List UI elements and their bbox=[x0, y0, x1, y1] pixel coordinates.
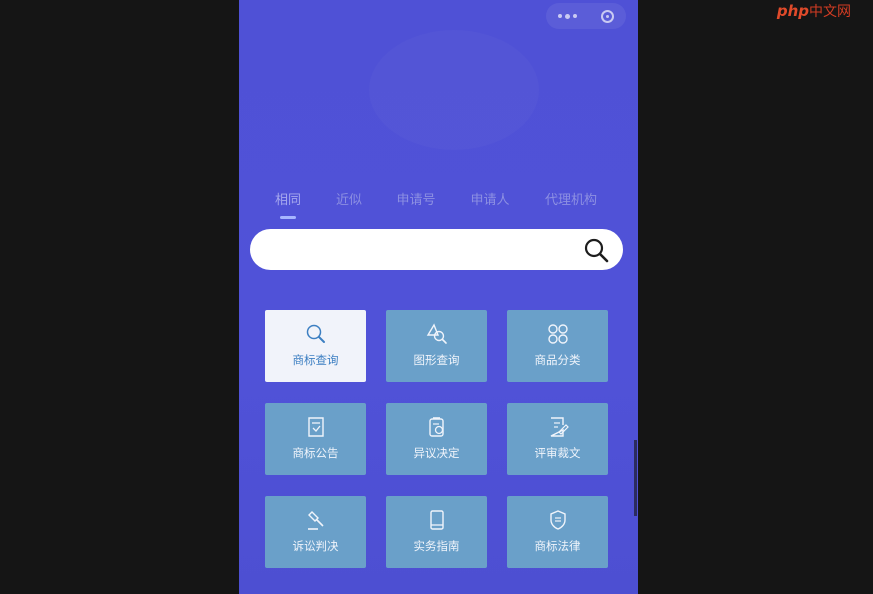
miniprogram-capsule bbox=[546, 3, 626, 29]
gavel-icon bbox=[307, 511, 324, 530]
tile-label: 商品分类 bbox=[534, 353, 581, 367]
tile-label: 实务指南 bbox=[413, 539, 460, 553]
objection-decision-icon bbox=[428, 417, 444, 437]
announcement-icon bbox=[307, 417, 324, 437]
tile-label: 商标公告 bbox=[292, 446, 339, 460]
search-type-tabs: 相同 近似 申请号 申请人 代理机构 bbox=[239, 189, 638, 219]
tile-shape-search[interactable]: 图形查询 bbox=[386, 310, 487, 382]
tile-review-documents[interactable]: 评审裁文 bbox=[507, 403, 608, 475]
review-document-icon bbox=[550, 417, 569, 437]
active-tab-indicator bbox=[280, 216, 296, 219]
tile-practice-guide[interactable]: 实务指南 bbox=[386, 496, 487, 568]
tab-application-number[interactable]: 申请号 bbox=[396, 189, 435, 208]
tile-label: 诉讼判决 bbox=[292, 539, 339, 553]
tab-similar[interactable]: 近似 bbox=[336, 189, 362, 208]
search-input[interactable] bbox=[268, 229, 572, 272]
tile-trademark-law[interactable]: 商标法律 bbox=[507, 496, 608, 568]
mobile-screen: 相同 近似 申请号 申请人 代理机构 商标查询 图形查询 商品分类 商标公告 异… bbox=[239, 0, 638, 594]
search-icon[interactable] bbox=[583, 237, 609, 263]
tile-label: 异议决定 bbox=[413, 446, 460, 460]
tile-trademark-search[interactable]: 商标查询 bbox=[265, 310, 366, 382]
scrollbar-thumb[interactable] bbox=[634, 440, 637, 516]
guide-book-icon bbox=[429, 510, 444, 530]
tile-goods-classification[interactable]: 商品分类 bbox=[507, 310, 608, 382]
search-icon bbox=[306, 324, 325, 343]
search-bar bbox=[250, 229, 623, 272]
tile-label: 商标法律 bbox=[534, 539, 581, 553]
category-grid-icon bbox=[547, 324, 568, 344]
tab-agency[interactable]: 代理机构 bbox=[545, 189, 597, 208]
tile-label: 评审裁文 bbox=[534, 446, 581, 460]
law-shield-icon bbox=[549, 510, 566, 530]
tile-objection-decision[interactable]: 异议决定 bbox=[386, 403, 487, 475]
tab-applicant[interactable]: 申请人 bbox=[470, 189, 509, 208]
tile-trademark-announcement[interactable]: 商标公告 bbox=[265, 403, 366, 475]
shape-search-icon bbox=[426, 323, 447, 344]
close-target-icon[interactable] bbox=[601, 9, 614, 23]
site-watermark: php中文网 bbox=[776, 2, 851, 20]
tile-label: 图形查询 bbox=[413, 353, 460, 367]
more-menu-icon[interactable] bbox=[558, 13, 577, 19]
tile-label: 商标查询 bbox=[292, 353, 339, 367]
tile-litigation-judgment[interactable]: 诉讼判决 bbox=[265, 496, 366, 568]
tab-same[interactable]: 相同 bbox=[275, 189, 301, 208]
